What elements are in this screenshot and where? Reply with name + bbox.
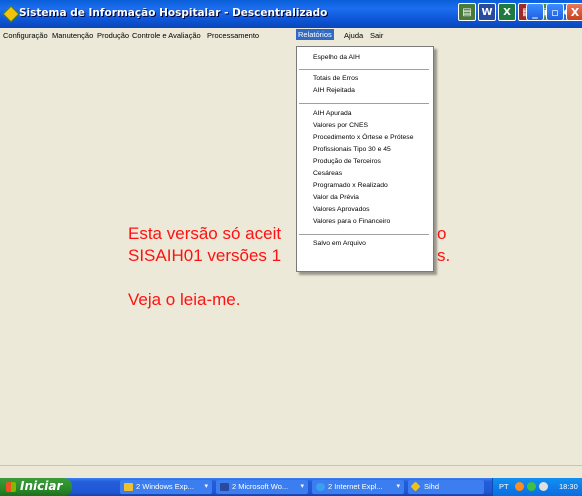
app-icon [2,5,20,23]
task-label: 2 Windows Exp... [136,482,194,491]
menu-profissionais-tipo[interactable]: Profissionais Tipo 30 e 45 [313,146,391,153]
doc-icon[interactable]: ▤ [458,3,476,21]
task-sihd[interactable]: Sihd [408,480,484,494]
window-controls: _ ▫ X [526,3,582,23]
message-line-1b: o [437,224,447,243]
menu-controle-avaliacao[interactable]: Controle e Avaliação [132,31,201,40]
message-line-1a: Esta versão só aceit [128,224,282,243]
sihd-icon [410,481,421,492]
tray-app-icon[interactable] [515,482,524,491]
tray-network-icon[interactable] [527,482,536,491]
menu-valores-financeiro[interactable]: Valores para o Financeiro [313,218,390,225]
menu-sair[interactable]: Sair [370,31,383,40]
menu-separator [299,103,429,104]
chevron-down-icon: ▾ [300,483,304,490]
language-indicator[interactable]: PT [499,482,509,491]
taskbar: Iniciar 2 Windows Exp... ▾ 2 Microsoft W… [0,478,582,496]
message-line-3: Veja o leia-me. [128,290,241,309]
start-label: Iniciar [20,479,63,493]
task-internet-explorer[interactable]: 2 Internet Expl... ▾ [312,480,404,494]
task-windows-explorer[interactable]: 2 Windows Exp... ▾ [120,480,212,494]
menu-processamento[interactable]: Processamento [207,31,259,40]
maximize-button[interactable]: ▫ [546,3,564,21]
client-area [0,45,582,465]
menu-producao[interactable]: Produção [97,31,129,40]
word-icon[interactable]: W [478,3,496,21]
menu-manutencao[interactable]: Manutenção [52,31,93,40]
menu-valores-cnes[interactable]: Valores por CNES [313,122,368,129]
start-button[interactable]: Iniciar [0,478,72,496]
task-label: 2 Internet Expl... [328,482,383,491]
system-tray: PT 18:30 [492,478,582,496]
task-microsoft-word[interactable]: 2 Microsoft Wo... ▾ [216,480,308,494]
title-bar: Sistema de Informação Hospitalar - Desce… [0,0,582,28]
minimize-button[interactable]: _ [526,3,544,21]
menu-aih-apurada[interactable]: AIH Apurada [313,110,352,117]
task-label: Sihd [424,482,440,491]
menu-cesareas[interactable]: Cesáreas [313,170,342,177]
menu-valor-previa[interactable]: Valor da Prévia [313,194,359,201]
windows-flag-icon [6,482,16,492]
menu-salvo-arquivo[interactable]: Salvo em Arquivo [313,240,366,247]
tray-volume-icon[interactable] [539,482,548,491]
close-button[interactable]: X [566,3,582,21]
message-line-2b: s. [437,246,451,265]
excel-icon[interactable]: X [498,3,516,21]
menu-configuracao[interactable]: Configuração [3,31,48,40]
menu-separator [299,69,429,70]
menu-bar: Configuração Manutenção Produção Control… [0,28,582,45]
menu-aih-rejeitada[interactable]: AIH Rejeitada [313,87,355,94]
menu-relatorios[interactable]: Relatórios [296,29,334,40]
task-label: 2 Microsoft Wo... [232,482,289,491]
message-line-2a: SISAIH01 versões 1 [128,246,282,265]
menu-ajuda[interactable]: Ajuda [344,31,363,40]
menu-valores-aprovados[interactable]: Valores Aprovados [313,206,370,213]
word-icon [220,483,229,491]
menu-totais-erros[interactable]: Totais de Erros [313,75,358,82]
ie-icon [316,483,325,491]
clock[interactable]: 18:30 [559,482,578,491]
menu-separator [299,234,429,235]
menu-espelho-aih[interactable]: Espelho da AIH [313,54,360,61]
folder-icon [124,483,133,491]
menu-programado-realizado[interactable]: Programado x Realizado [313,182,388,189]
window-title: Sistema de Informação Hospitalar - Desce… [19,7,328,19]
chevron-down-icon: ▾ [396,483,400,490]
menu-producao-terceiros[interactable]: Produção de Terceiros [313,158,381,165]
status-bar [0,465,582,479]
relatorios-dropdown: Espelho da AIH Totais de Erros AIH Rejei… [296,46,434,272]
chevron-down-icon: ▾ [204,483,208,490]
menu-procedimento-ortese[interactable]: Procedimento x Órtese e Prótese [313,134,414,141]
